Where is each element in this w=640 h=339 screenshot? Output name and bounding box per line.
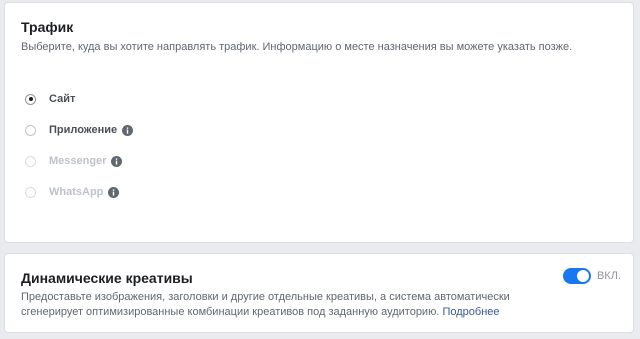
option-website-label: Сайт	[49, 93, 76, 105]
toggle-label: ВКЛ.	[596, 270, 621, 282]
info-icon[interactable]	[108, 186, 120, 198]
info-icon[interactable]	[122, 124, 134, 136]
dynamic-creatives-description-text: Предоставьте изображения, заголовки и др…	[21, 291, 510, 318]
option-app[interactable]: Приложение	[25, 122, 134, 138]
option-messenger[interactable]: Messenger	[25, 153, 123, 169]
dynamic-creatives-title: Динамические креативы	[21, 270, 193, 286]
dynamic-creatives-description: Предоставьте изображения, заголовки и др…	[21, 290, 561, 320]
traffic-card: Трафик Выберите, куда вы хотите направля…	[4, 2, 634, 243]
radio-app[interactable]	[25, 124, 36, 136]
option-website[interactable]: Сайт	[25, 91, 75, 107]
option-app-label: Приложение	[49, 124, 118, 136]
option-whatsapp-label: WhatsApp	[49, 186, 104, 198]
page: Трафик Выберите, куда вы хотите направля…	[0, 0, 640, 339]
dynamic-creatives-toggle-wrap: ВКЛ.	[562, 268, 621, 284]
radio-website[interactable]	[25, 93, 36, 105]
radio-whatsapp[interactable]	[25, 186, 36, 198]
option-messenger-label: Messenger	[49, 155, 107, 167]
traffic-title: Трафик	[21, 19, 74, 35]
dynamic-creatives-card: Динамические креативы Предоставьте изобр…	[4, 253, 634, 333]
learn-more-link[interactable]: Подробнее	[442, 306, 499, 318]
info-icon[interactable]	[111, 155, 123, 167]
toggle-knob	[576, 270, 589, 282]
dynamic-creatives-toggle[interactable]	[562, 268, 591, 284]
radio-messenger[interactable]	[25, 155, 36, 167]
option-whatsapp[interactable]: WhatsApp	[25, 184, 120, 200]
traffic-description: Выберите, куда вы хотите направлять траф…	[21, 41, 573, 53]
